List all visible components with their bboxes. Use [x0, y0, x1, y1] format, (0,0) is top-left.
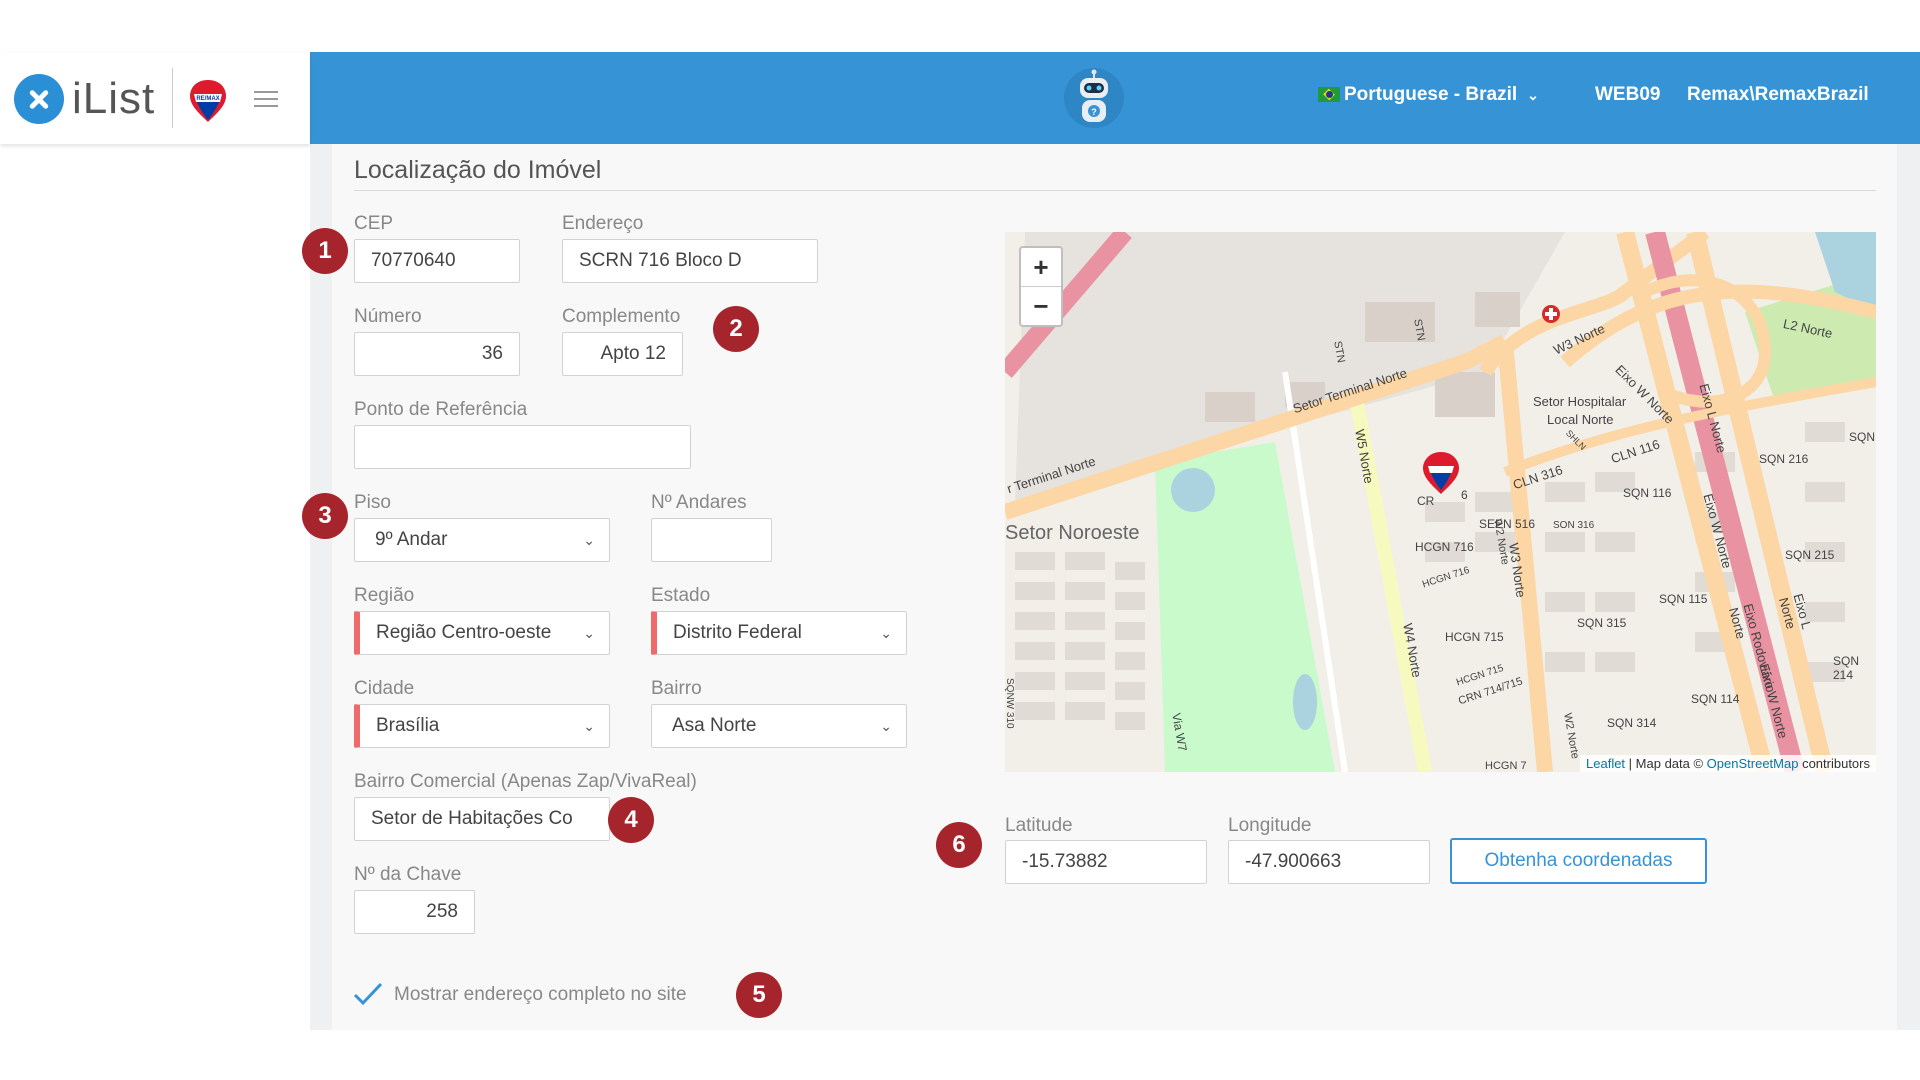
brazil-flag-icon: [1318, 87, 1340, 103]
piso-select[interactable]: 9º Andar ⌄: [354, 518, 610, 562]
section-divider: [354, 190, 1876, 191]
annotation-badge: 1: [302, 228, 348, 274]
n-andares-label: Nº Andares: [651, 492, 747, 513]
language-selector[interactable]: Portuguese - Brazil ⌄: [1318, 84, 1539, 106]
map-label: HCGN 715: [1445, 630, 1504, 644]
map-label: Setor Noroeste: [1005, 522, 1140, 544]
n-chave-label: Nº da Chave: [354, 864, 462, 885]
chevron-down-icon: ⌄: [583, 532, 595, 548]
map-label: SQN 214: [1833, 654, 1860, 682]
top-navbar: ? Portuguese - Brazil ⌄ WEB09 Remax\Remax…: [310, 52, 1920, 144]
map-label: 6: [1461, 488, 1468, 502]
map-label: SQN 115: [1659, 592, 1708, 606]
map-label: HCGN 7: [1485, 760, 1527, 772]
chevron-down-icon: ⌄: [583, 718, 595, 734]
latitude-input[interactable]: -15.73882: [1005, 840, 1207, 884]
openstreetmap-link[interactable]: OpenStreetMap: [1707, 756, 1799, 771]
estado-select[interactable]: Distrito Federal ⌄: [651, 611, 907, 655]
bairro-comercial-input[interactable]: Setor de Habitações Co: [354, 797, 610, 841]
station-id: WEB09: [1595, 84, 1661, 105]
left-sidebar: [0, 144, 310, 1030]
zoom-out-button[interactable]: −: [1021, 286, 1061, 325]
estado-value: Distrito Federal: [673, 622, 802, 643]
longitude-label: Longitude: [1228, 815, 1312, 836]
section-title: Localização do Imóvel: [354, 156, 602, 184]
assistant-robot-icon[interactable]: ?: [1062, 66, 1126, 130]
map-label: SQNW 310: [1005, 678, 1015, 729]
map-tiles: [1005, 232, 1876, 772]
complemento-input[interactable]: Apto 12: [562, 332, 683, 376]
remax-balloon-icon: RE/MAX: [190, 80, 226, 122]
chevron-down-icon: ⌄: [1527, 87, 1539, 103]
bairro-comercial-label: Bairro Comercial (Apenas Zap/VivaReal): [354, 771, 697, 792]
map-label: SQN 315: [1577, 616, 1627, 630]
map-label: SQN 216: [1759, 452, 1809, 466]
zoom-in-button[interactable]: +: [1021, 248, 1061, 286]
longitude-input[interactable]: -47.900663: [1228, 840, 1430, 884]
map-label: SEPN 516: [1479, 517, 1536, 531]
piso-value: 9º Andar: [375, 529, 448, 550]
checkmark-icon[interactable]: [352, 980, 384, 1008]
leaflet-link[interactable]: Leaflet: [1586, 756, 1625, 771]
brand-name: iList: [72, 74, 156, 123]
chevron-down-icon: ⌄: [880, 625, 892, 641]
map-label: SQN 116: [1623, 486, 1672, 500]
annotation-badge: 2: [713, 306, 759, 352]
map-label: SQN: [1849, 430, 1876, 444]
n-chave-input[interactable]: 258: [354, 890, 475, 934]
svg-text:?: ?: [1091, 107, 1097, 117]
bairro-label: Bairro: [651, 678, 702, 699]
brand-area: iList RE/MAX: [0, 52, 310, 144]
map-label: Local Norte: [1547, 412, 1614, 427]
map-label: SQN 215: [1785, 548, 1835, 562]
numero-input[interactable]: 36: [354, 332, 520, 376]
user-account[interactable]: Remax\RemaxBrazil: [1687, 84, 1869, 106]
annotation-badge: 5: [736, 972, 782, 1018]
map-label: SON 316: [1553, 520, 1595, 531]
map-view[interactable]: Setor Noroeste r Terminal Norte Setor Te…: [1005, 232, 1876, 772]
ponto-referencia-label: Ponto de Referência: [354, 399, 528, 420]
map-label: SQN 114: [1691, 692, 1740, 706]
bairro-select[interactable]: Asa Norte ⌄: [651, 704, 907, 748]
cidade-value: Brasília: [376, 715, 440, 736]
cep-input[interactable]: 70770640: [354, 239, 520, 283]
piso-label: Piso: [354, 492, 391, 513]
attribution-text: | Map data ©: [1625, 756, 1707, 771]
map-attribution: Leaflet | Map data © OpenStreetMap contr…: [1580, 755, 1876, 772]
map-zoom-control: + −: [1019, 246, 1063, 327]
ilist-logo-icon: [14, 74, 64, 124]
chevron-down-icon: ⌄: [583, 625, 595, 641]
regiao-value: Região Centro-oeste: [376, 622, 552, 643]
menu-toggle-icon[interactable]: [254, 86, 278, 108]
ponto-referencia-input[interactable]: [354, 425, 691, 469]
numero-label: Número: [354, 306, 422, 327]
chevron-down-icon: ⌄: [880, 718, 892, 734]
map-label: SQN 314: [1607, 716, 1657, 730]
svg-text:RE/MAX: RE/MAX: [196, 96, 219, 102]
map-label: CR: [1417, 494, 1435, 508]
mostrar-endereco-label: Mostrar endereço completo no site: [394, 984, 687, 1005]
regiao-select[interactable]: Região Centro-oeste ⌄: [354, 611, 610, 655]
endereco-label: Endereço: [562, 213, 644, 234]
get-coordinates-button[interactable]: Obtenha coordenadas: [1450, 838, 1707, 884]
top-whitespace: [0, 0, 1920, 52]
complemento-label: Complemento: [562, 306, 681, 327]
cep-label: CEP: [354, 213, 394, 234]
map-label: HCGN 716: [1415, 540, 1474, 554]
annotation-badge: 6: [936, 822, 982, 868]
bairro-value: Asa Norte: [672, 715, 757, 736]
cidade-label: Cidade: [354, 678, 415, 699]
endereco-input[interactable]: SCRN 716 Bloco D: [562, 239, 818, 283]
language-label: Portuguese - Brazil: [1344, 84, 1518, 105]
cidade-select[interactable]: Brasília ⌄: [354, 704, 610, 748]
annotation-badge: 3: [302, 493, 348, 539]
latitude-label: Latitude: [1005, 815, 1073, 836]
map-label: Setor Hospitalar: [1533, 394, 1627, 409]
regiao-label: Região: [354, 585, 415, 606]
estado-label: Estado: [651, 585, 711, 606]
n-andares-input[interactable]: [651, 518, 772, 562]
annotation-badge: 4: [608, 797, 654, 843]
brand-divider: [172, 68, 173, 128]
attribution-suffix: contributors: [1798, 756, 1870, 771]
